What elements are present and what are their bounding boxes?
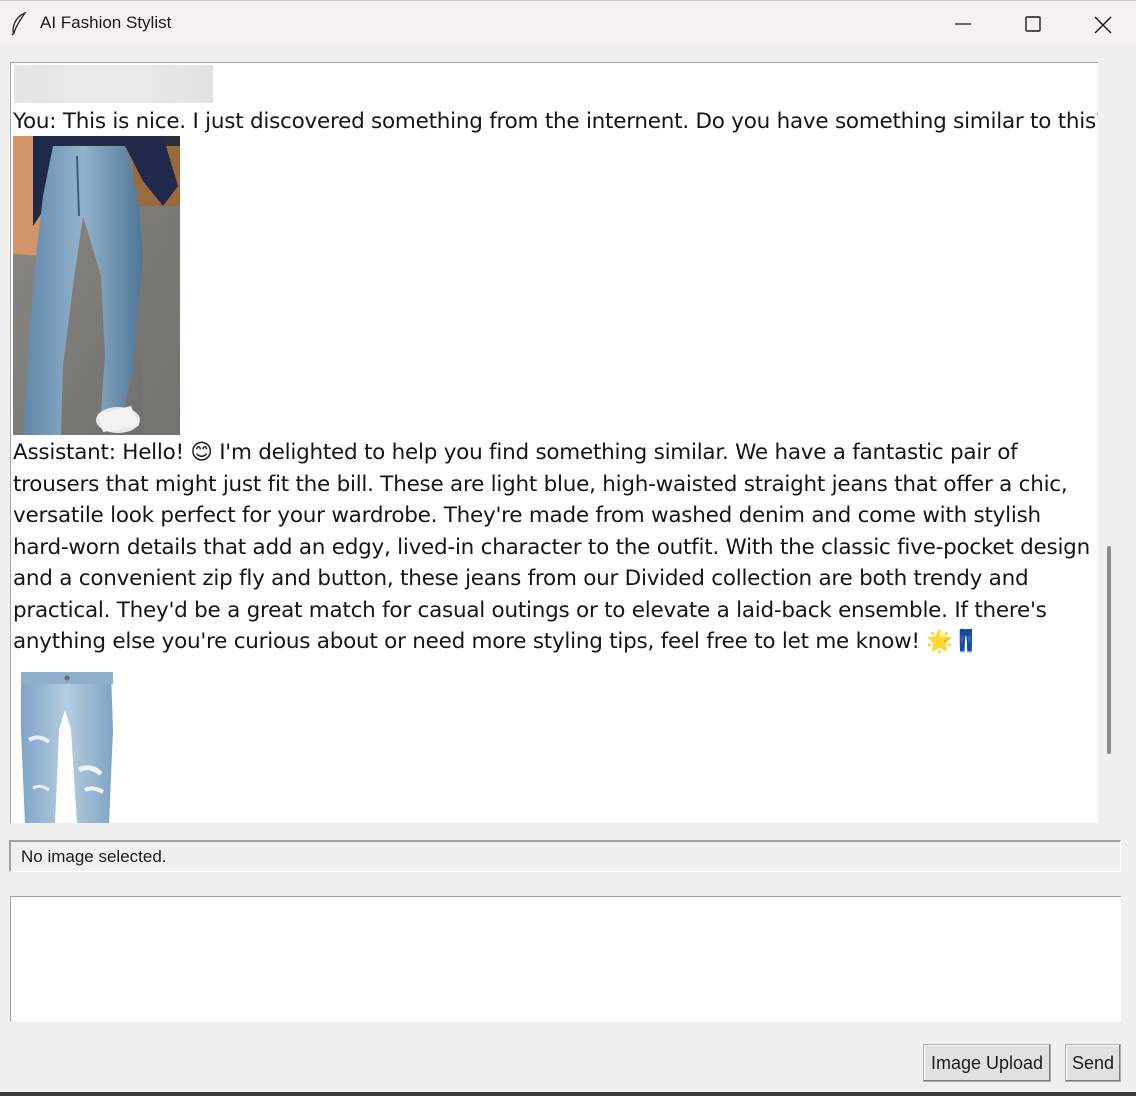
user-uploaded-photo: [13, 136, 180, 435]
close-icon: [1094, 16, 1112, 34]
feather-icon: [10, 11, 28, 36]
assistant-message: Assistant: Hello! 😊 I'm delighted to hel…: [13, 440, 1090, 654]
chat-history[interactable]: You: This is nice. I just discovered som…: [10, 62, 1098, 823]
image-upload-button[interactable]: Image Upload: [923, 1044, 1051, 1082]
user-message: You: This is nice. I just discovered som…: [13, 109, 1098, 134]
close-button[interactable]: [1067, 1, 1136, 47]
window-title: AI Fashion Stylist: [40, 13, 172, 32]
chat-scrollbar[interactable]: [1098, 62, 1120, 823]
minimize-icon: [955, 23, 971, 25]
previous-image-placeholder: [14, 65, 213, 103]
image-status-label: No image selected.: [9, 840, 1121, 872]
maximize-button[interactable]: [998, 1, 1068, 47]
title-bar: AI Fashion Stylist: [0, 0, 1136, 46]
minimize-button[interactable]: [928, 1, 998, 47]
recommended-product-photo: [19, 670, 115, 823]
maximize-icon: [1025, 16, 1041, 32]
scroll-thumb[interactable]: [1107, 546, 1111, 754]
message-input[interactable]: [10, 896, 1121, 1022]
send-button[interactable]: Send: [1065, 1044, 1121, 1082]
window-bottom-edge: [0, 1092, 1136, 1096]
